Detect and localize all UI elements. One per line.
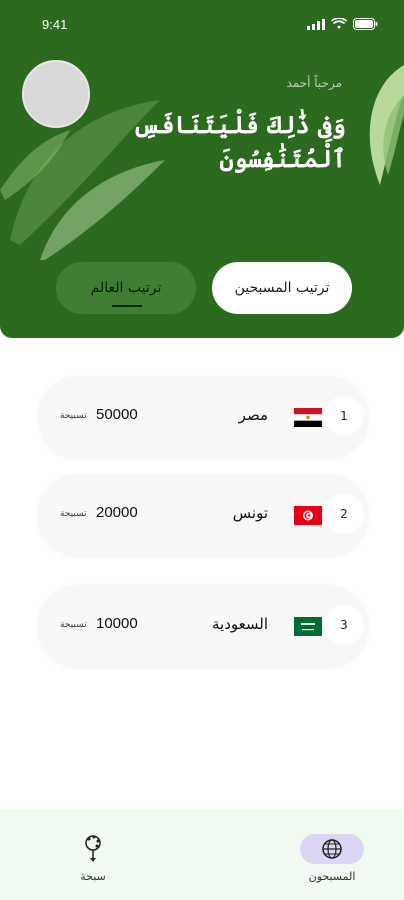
country-name: تونس: [232, 504, 268, 522]
nav-label: سبحة: [80, 870, 106, 883]
greeting-text: مرحباً أحمد: [286, 76, 342, 90]
nav-active-pill: [300, 834, 364, 864]
country-name: مصر: [238, 406, 268, 424]
tab-tasbih-ranking[interactable]: ترتيب المسبحين: [212, 262, 352, 314]
nav-label: المسبحون: [308, 870, 356, 883]
ranking-row[interactable]: 1 مصر 50000 تسبيحة: [38, 376, 368, 458]
nav-item-musabbihun[interactable]: المسبحون: [300, 834, 364, 883]
status-time: 9:41: [42, 17, 68, 32]
rank-badge: 3: [324, 605, 364, 645]
score-value: 50000: [96, 406, 138, 423]
leaf-decoration-icon: [369, 65, 404, 185]
battery-icon: [353, 18, 378, 30]
rank-badge: 1: [324, 396, 364, 436]
country-name: السعودية: [211, 615, 268, 633]
saudi-flag-icon: [294, 617, 322, 636]
signal-icon: [307, 18, 325, 30]
tab-underline: [112, 305, 142, 307]
wifi-icon: [331, 18, 347, 29]
bottom-nav: المسبحون سبحة: [0, 810, 404, 900]
globe-icon: [322, 839, 342, 859]
rank-badge: 2: [324, 494, 364, 534]
ranking-row[interactable]: 2 تونس 20000 تسبيحة: [38, 474, 368, 556]
score-value: 10000: [96, 615, 138, 632]
score-value: 20000: [96, 504, 138, 521]
score-unit: تسبيحة: [60, 620, 87, 630]
nav-item-tasbih[interactable]: سبحة: [80, 834, 106, 883]
status-bar: 9:41: [0, 0, 404, 52]
header: 9:41 مرحباً أحمد وَفِى ذَٰلِكَ فَلْيَتَن…: [0, 0, 404, 338]
quran-verse: وَفِى ذَٰلِكَ فَلْيَتَنَافَسِ ٱلْمُتَنَٰ…: [132, 110, 346, 173]
score-unit: تسبيحة: [60, 509, 87, 519]
egypt-flag-icon: [294, 408, 322, 427]
ranking-row[interactable]: 3 السعودية 10000 تسبيحة: [38, 585, 368, 667]
tunisia-flag-icon: [294, 506, 322, 525]
score-unit: تسبيحة: [60, 411, 87, 421]
tasbih-icon: [85, 835, 101, 862]
